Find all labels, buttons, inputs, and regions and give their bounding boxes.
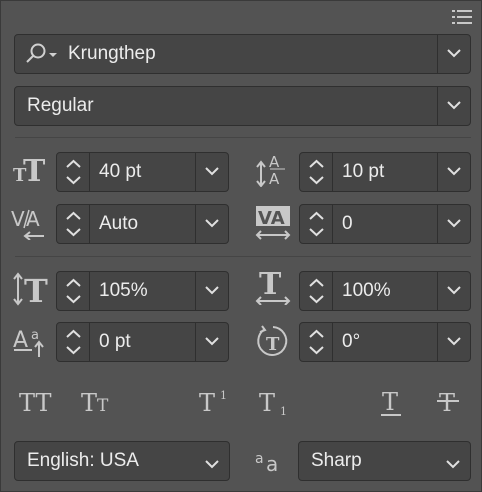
chevron-down-icon	[205, 456, 219, 474]
font-style-value: Regular	[27, 95, 94, 116]
baseline-shift-stepper[interactable]	[57, 323, 90, 361]
leading-value[interactable]: 10 pt	[342, 153, 384, 191]
font-family-value: Krungthep	[68, 43, 156, 64]
anti-aliasing-icon: a a	[253, 443, 289, 479]
horizontal-scale-icon: T	[255, 267, 291, 306]
horizontal-scale-dropdown-button[interactable]	[437, 272, 470, 310]
svg-text:T: T	[23, 154, 46, 187]
vertical-scale-value[interactable]: 105%	[99, 272, 148, 310]
small-caps-button[interactable]: TT	[81, 385, 121, 419]
tracking-stepper[interactable]	[300, 205, 333, 243]
chevron-down-icon	[447, 286, 461, 295]
divider	[15, 137, 471, 138]
svg-text:T: T	[259, 389, 275, 417]
chevron-down-icon	[447, 167, 461, 176]
svg-text:T: T	[439, 389, 455, 417]
svg-text:a: a	[255, 451, 264, 467]
chevron-down-icon	[447, 219, 461, 228]
svg-text:a: a	[266, 452, 278, 476]
svg-text:T: T	[24, 272, 48, 307]
language-value: English: USA	[27, 450, 139, 471]
kerning-value[interactable]: Auto	[99, 205, 138, 243]
svg-text:T: T	[199, 389, 215, 417]
underline-button[interactable]: T	[379, 385, 419, 419]
font-family-dropdown-button[interactable]	[437, 35, 470, 73]
language-dropdown[interactable]: English: USA	[14, 441, 230, 481]
character-rotation-value[interactable]: 0°	[342, 323, 360, 361]
leading-stepper[interactable]	[300, 153, 333, 191]
svg-text:T: T	[266, 334, 280, 355]
svg-text:A: A	[269, 170, 280, 187]
baseline-shift-control[interactable]: 0 pt	[56, 322, 229, 362]
vertical-scale-dropdown-button[interactable]	[195, 272, 228, 310]
font-style-dropdown-button[interactable]	[437, 87, 470, 125]
kerning-control[interactable]: Auto	[56, 204, 229, 244]
horizontal-scale-control[interactable]: 100%	[299, 271, 471, 311]
svg-text:T: T	[81, 389, 97, 417]
font-size-control[interactable]: 40 pt	[56, 152, 229, 192]
font-family-field[interactable]: Krungthep	[14, 34, 471, 74]
chevron-down-icon	[446, 456, 460, 474]
leading-control[interactable]: 10 pt	[299, 152, 471, 192]
tracking-icon: VA	[255, 204, 291, 240]
font-style-field[interactable]: Regular	[14, 86, 471, 126]
svg-text:V: V	[11, 207, 25, 231]
chevron-down-icon	[447, 49, 461, 58]
svg-text:T: T	[259, 269, 282, 302]
chevron-down-icon	[447, 101, 461, 110]
horizontal-scale-value[interactable]: 100%	[342, 272, 391, 310]
tracking-dropdown-button[interactable]	[437, 205, 470, 243]
superscript-button[interactable]: T1	[199, 385, 239, 419]
tracking-value[interactable]: 0	[342, 205, 353, 243]
character-rotation-control[interactable]: 0°	[299, 322, 471, 362]
svg-text:1: 1	[280, 405, 287, 418]
search-icon[interactable]	[21, 42, 61, 66]
vertical-scale-icon: T	[13, 271, 49, 310]
chevron-down-icon	[205, 286, 219, 295]
chevron-down-icon	[205, 219, 219, 228]
font-size-icon: T T	[13, 151, 49, 189]
vertical-scale-control[interactable]: 105%	[56, 271, 229, 311]
panel-menu-icon[interactable]	[451, 8, 473, 26]
svg-text:T: T	[382, 388, 398, 416]
baseline-shift-dropdown-button[interactable]	[195, 323, 228, 361]
svg-text:VA: VA	[258, 208, 285, 229]
leading-dropdown-button[interactable]	[437, 153, 470, 191]
tracking-control[interactable]: 0	[299, 204, 471, 244]
baseline-shift-icon: A a	[13, 323, 49, 359]
all-caps-button[interactable]: TT	[19, 385, 59, 419]
baseline-shift-value[interactable]: 0 pt	[99, 323, 131, 361]
divider	[15, 256, 471, 257]
svg-text:1: 1	[220, 389, 227, 402]
horizontal-scale-stepper[interactable]	[300, 272, 333, 310]
font-size-value[interactable]: 40 pt	[99, 153, 141, 191]
leading-icon: A A	[255, 151, 291, 188]
subscript-button[interactable]: T1	[259, 385, 299, 419]
anti-aliasing-dropdown[interactable]: Sharp	[298, 441, 471, 481]
chevron-down-icon	[205, 337, 219, 346]
kerning-icon: V A	[11, 204, 47, 241]
kerning-dropdown-button[interactable]	[195, 205, 228, 243]
anti-aliasing-value: Sharp	[311, 450, 362, 471]
vertical-scale-stepper[interactable]	[57, 272, 90, 310]
svg-text:A: A	[269, 153, 280, 171]
chevron-down-icon	[447, 337, 461, 346]
svg-text:TT: TT	[19, 389, 51, 417]
character-panel: Krungthep Regular T T 40 pt A A 10 pt V …	[0, 0, 482, 492]
font-size-dropdown-button[interactable]	[195, 153, 228, 191]
character-rotation-icon: T	[255, 323, 291, 359]
character-rotation-dropdown-button[interactable]	[437, 323, 470, 361]
character-rotation-stepper[interactable]	[300, 323, 333, 361]
kerning-stepper[interactable]	[57, 205, 90, 243]
svg-text:a: a	[31, 328, 39, 343]
chevron-down-icon	[205, 167, 219, 176]
svg-text:T: T	[97, 396, 109, 416]
strikethrough-button[interactable]: T	[437, 385, 477, 419]
font-size-stepper[interactable]	[57, 153, 90, 191]
svg-text:A: A	[26, 207, 40, 231]
